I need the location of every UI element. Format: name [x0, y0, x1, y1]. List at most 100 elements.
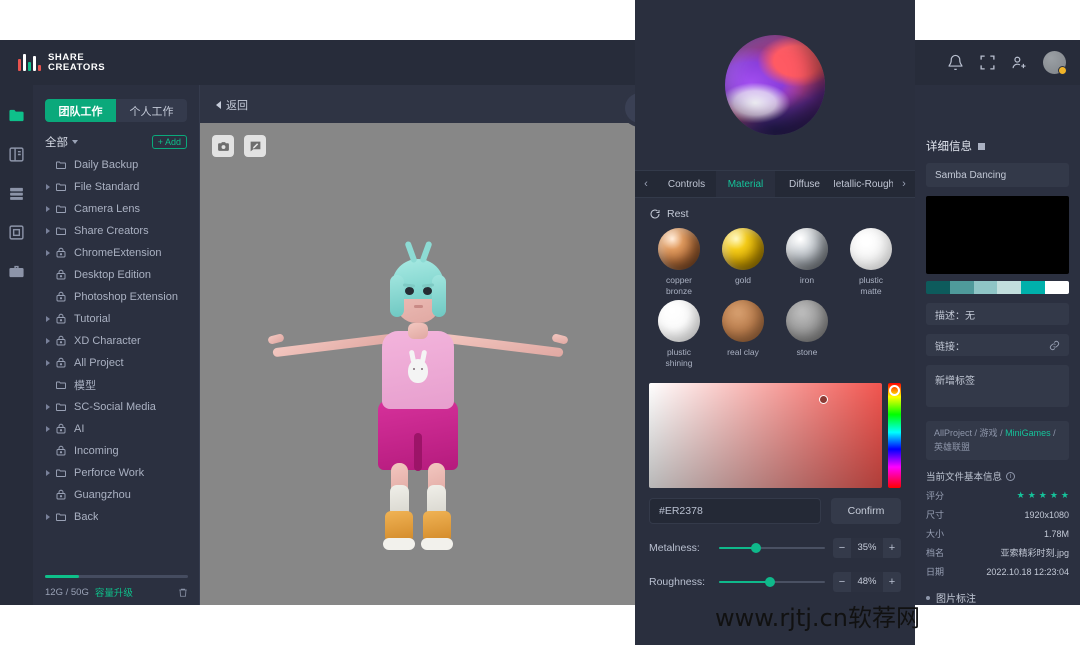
rating-stars[interactable]: ★ ★ ★ ★ ★ [1017, 491, 1069, 500]
slider-track[interactable] [719, 542, 825, 553]
saturation-box[interactable] [649, 382, 882, 488]
tab-team-work[interactable]: 团队工作 [45, 99, 116, 122]
annotate-icon[interactable] [244, 135, 266, 157]
fullscreen-icon[interactable] [979, 54, 996, 71]
link-field[interactable]: 链接： [926, 334, 1069, 356]
expand-twisty-icon[interactable] [46, 250, 50, 256]
palette-swatch[interactable] [1045, 281, 1069, 294]
expand-twisty-icon[interactable] [46, 514, 50, 520]
slider-track[interactable] [719, 576, 825, 587]
palette-swatch[interactable] [973, 281, 998, 294]
camera-icon[interactable] [212, 135, 234, 157]
material-swatch-item[interactable]: iron [777, 228, 837, 296]
slider-increment-button[interactable]: + [883, 571, 901, 592]
expand-twisty-icon[interactable] [46, 228, 50, 234]
bullet-icon [926, 595, 930, 600]
palette-swatch[interactable] [926, 281, 950, 294]
asset-preview-thumbnail[interactable] [926, 196, 1069, 274]
stage-tools [212, 135, 266, 157]
info-icon[interactable]: i [1006, 471, 1016, 481]
hue-slider[interactable] [888, 382, 901, 488]
brand-logo[interactable]: SHARE CREATORS [0, 40, 160, 85]
slider-knob[interactable] [751, 542, 762, 553]
folder-item[interactable]: AI [33, 418, 199, 440]
add-user-icon[interactable] [1011, 54, 1028, 71]
slider-knob[interactable] [764, 576, 775, 587]
rail-item-dashboard[interactable] [8, 146, 25, 163]
lock-folder-icon [55, 313, 67, 325]
palette-swatch[interactable] [997, 281, 1022, 294]
all-folders-label-wrap[interactable]: 全部 [45, 134, 78, 150]
expand-twisty-icon[interactable] [46, 404, 50, 410]
material-swatch-item[interactable]: plustic shining [649, 300, 709, 368]
folder-item[interactable]: Camera Lens [33, 198, 199, 220]
folder-item[interactable]: All Project [33, 352, 199, 374]
folder-item[interactable]: Incoming [33, 440, 199, 462]
hex-input[interactable]: #ER2378 [649, 497, 821, 524]
expand-twisty-icon[interactable] [46, 316, 50, 322]
folder-item[interactable]: ChromeExtension [33, 242, 199, 264]
folder-item[interactable]: Back [33, 506, 199, 528]
link-icon[interactable] [1049, 340, 1060, 351]
hue-handle[interactable] [889, 384, 900, 396]
material-swatch-item[interactable]: gold [713, 228, 773, 296]
tab-metallic-roughness[interactable]: Metallic-Roughn [834, 171, 893, 197]
folder-item-label: Camera Lens [74, 203, 141, 215]
avatar[interactable] [1043, 51, 1067, 75]
rail-item-grid[interactable] [8, 224, 25, 241]
tab-controls[interactable]: Controls [657, 171, 716, 197]
expand-twisty-icon[interactable] [46, 360, 50, 366]
add-tag-field[interactable]: 新增标签 [926, 365, 1069, 407]
folder-item[interactable]: Share Creators [33, 220, 199, 242]
material-preview-sphere[interactable] [725, 35, 825, 135]
rail-item-archive[interactable] [8, 185, 25, 202]
storage-upgrade-link[interactable]: 容量升级 [95, 585, 133, 599]
folder-item[interactable]: SC-Social Media [33, 396, 199, 418]
asset-name-field[interactable]: Samba Dancing [926, 163, 1069, 187]
material-swatch-item[interactable]: stone [777, 300, 837, 368]
tabs-prev-button[interactable]: ‹ [635, 171, 657, 197]
back-button[interactable]: 返回 [216, 97, 248, 113]
folder-item[interactable]: Desktop Edition [33, 264, 199, 286]
material-ball-icon [786, 300, 828, 343]
folder-item[interactable]: Daily Backup [33, 154, 199, 176]
palette-swatch[interactable] [1021, 281, 1046, 294]
folder-item[interactable]: Photoshop Extension [33, 286, 199, 308]
material-swatch-item[interactable]: plustic matte [841, 228, 901, 296]
lock-folder-icon [55, 445, 67, 457]
slider-decrement-button[interactable]: − [833, 537, 851, 558]
expand-twisty-icon[interactable] [46, 206, 50, 212]
tab-personal-work[interactable]: 个人工作 [116, 99, 187, 122]
add-folder-button[interactable]: + Add [151, 134, 187, 149]
palette-swatch[interactable] [949, 281, 974, 294]
tab-diffuse[interactable]: Diffuse [775, 171, 834, 197]
bell-icon[interactable] [947, 54, 964, 71]
file-info-value: 2022.10.18 12:23:04 [986, 566, 1069, 577]
expand-twisty-icon[interactable] [46, 470, 50, 476]
expand-twisty-icon[interactable] [46, 426, 50, 432]
image-annotation-toggle[interactable]: 图片标注 [926, 590, 1069, 605]
saturation-handle[interactable] [819, 395, 829, 405]
expand-twisty-icon[interactable] [46, 184, 50, 190]
tab-material[interactable]: Material [716, 171, 775, 197]
description-field[interactable]: 描述：无 [926, 303, 1069, 325]
rail-item-folder[interactable] [8, 107, 25, 124]
folder-item[interactable]: File Standard [33, 176, 199, 198]
slider-increment-button[interactable]: + [883, 537, 901, 558]
tabs-next-button[interactable]: › [893, 171, 915, 197]
slider-decrement-button[interactable]: − [833, 571, 851, 592]
rail-item-briefcase[interactable] [8, 263, 25, 280]
folder-item[interactable]: 模型 [33, 374, 199, 396]
viewer-stage[interactable] [200, 123, 636, 605]
breadcrumb[interactable]: AllProject / 游戏 / MiniGames / 英雄联盟 [926, 421, 1069, 460]
folder-item[interactable]: Tutorial [33, 308, 199, 330]
confirm-button[interactable]: Confirm [831, 497, 901, 524]
folder-item[interactable]: Guangzhou [33, 484, 199, 506]
material-swatch-item[interactable]: copper bronze [649, 228, 709, 296]
folder-item[interactable]: Perforce Work [33, 462, 199, 484]
reset-materials-button[interactable]: Rest [649, 208, 901, 220]
expand-twisty-icon[interactable] [46, 338, 50, 344]
material-swatch-item[interactable]: real clay [713, 300, 773, 368]
trash-icon[interactable] [178, 587, 188, 598]
folder-item[interactable]: XD Character [33, 330, 199, 352]
